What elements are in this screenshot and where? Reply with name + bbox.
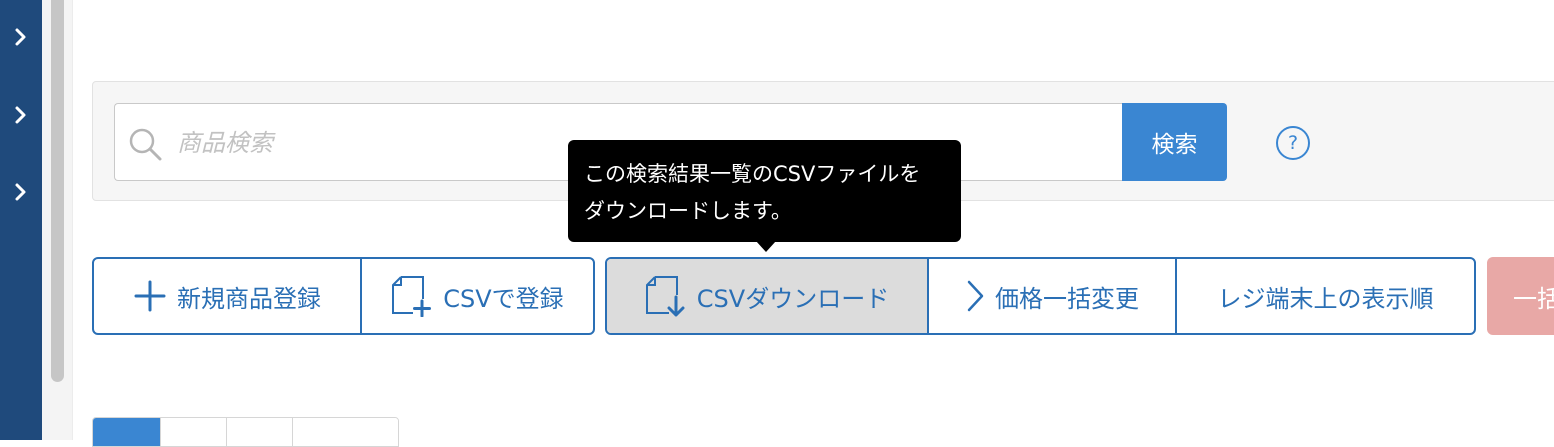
tooltip-line-2: ダウンロードします。: [584, 199, 792, 223]
chevron-right-icon: [15, 183, 26, 201]
scrollbar-thumb[interactable]: [51, 0, 64, 382]
add-product-label: 新規商品登録: [176, 284, 321, 313]
tab-strip: [92, 417, 399, 447]
chevron-right-icon: [15, 28, 26, 46]
chevron-right-icon: [15, 106, 26, 124]
csv-download-button[interactable]: CSVダウンロード: [607, 259, 927, 333]
sidebar: [0, 0, 42, 440]
search-button[interactable]: 検索: [1122, 103, 1227, 181]
plus-icon: [134, 280, 166, 312]
sidebar-expand-toggle-1[interactable]: [0, 17, 42, 57]
sidebar-expand-toggle-2[interactable]: [0, 95, 42, 135]
csv-register-button[interactable]: CSVで登録: [359, 259, 593, 333]
tooltip-line-1: この検索結果一覧のCSVファイルを: [584, 162, 921, 186]
sidebar-expand-toggle-3[interactable]: [0, 172, 42, 212]
tab-2[interactable]: [160, 418, 226, 446]
sidebar-scrollbar[interactable]: [42, 0, 73, 440]
register-display-order-label: レジ端末上の表示順: [1217, 284, 1434, 313]
csv-download-label: CSVダウンロード: [696, 284, 890, 313]
bulk-price-change-label: 価格一括変更: [995, 284, 1139, 313]
file-plus-icon: [392, 276, 432, 317]
tooltip-arrow: [756, 241, 776, 252]
search-icon: [129, 128, 162, 161]
register-display-order-button[interactable]: レジ端末上の表示順: [1175, 259, 1474, 333]
action-button-group: CSVダウンロード 価格一括変更 レジ端末上の表示順: [605, 257, 1476, 335]
bulk-action-label: 一括: [1513, 284, 1554, 313]
file-download-icon: [645, 276, 685, 317]
add-product-button[interactable]: 新規商品登録: [94, 259, 360, 333]
bulk-action-button[interactable]: 一括: [1487, 257, 1554, 335]
tab-1[interactable]: [93, 418, 160, 446]
bulk-price-change-button[interactable]: 価格一括変更: [927, 259, 1175, 333]
csv-register-label: CSVで登録: [443, 284, 564, 313]
register-button-group: 新規商品登録 CSVで登録: [92, 257, 595, 335]
help-icon[interactable]: ?: [1276, 126, 1310, 160]
tab-4[interactable]: [292, 418, 398, 446]
chevron-right-icon: [967, 280, 984, 312]
tab-3[interactable]: [226, 418, 292, 446]
csv-download-tooltip: この検索結果一覧のCSVファイルを ダウンロードします。: [568, 140, 961, 242]
